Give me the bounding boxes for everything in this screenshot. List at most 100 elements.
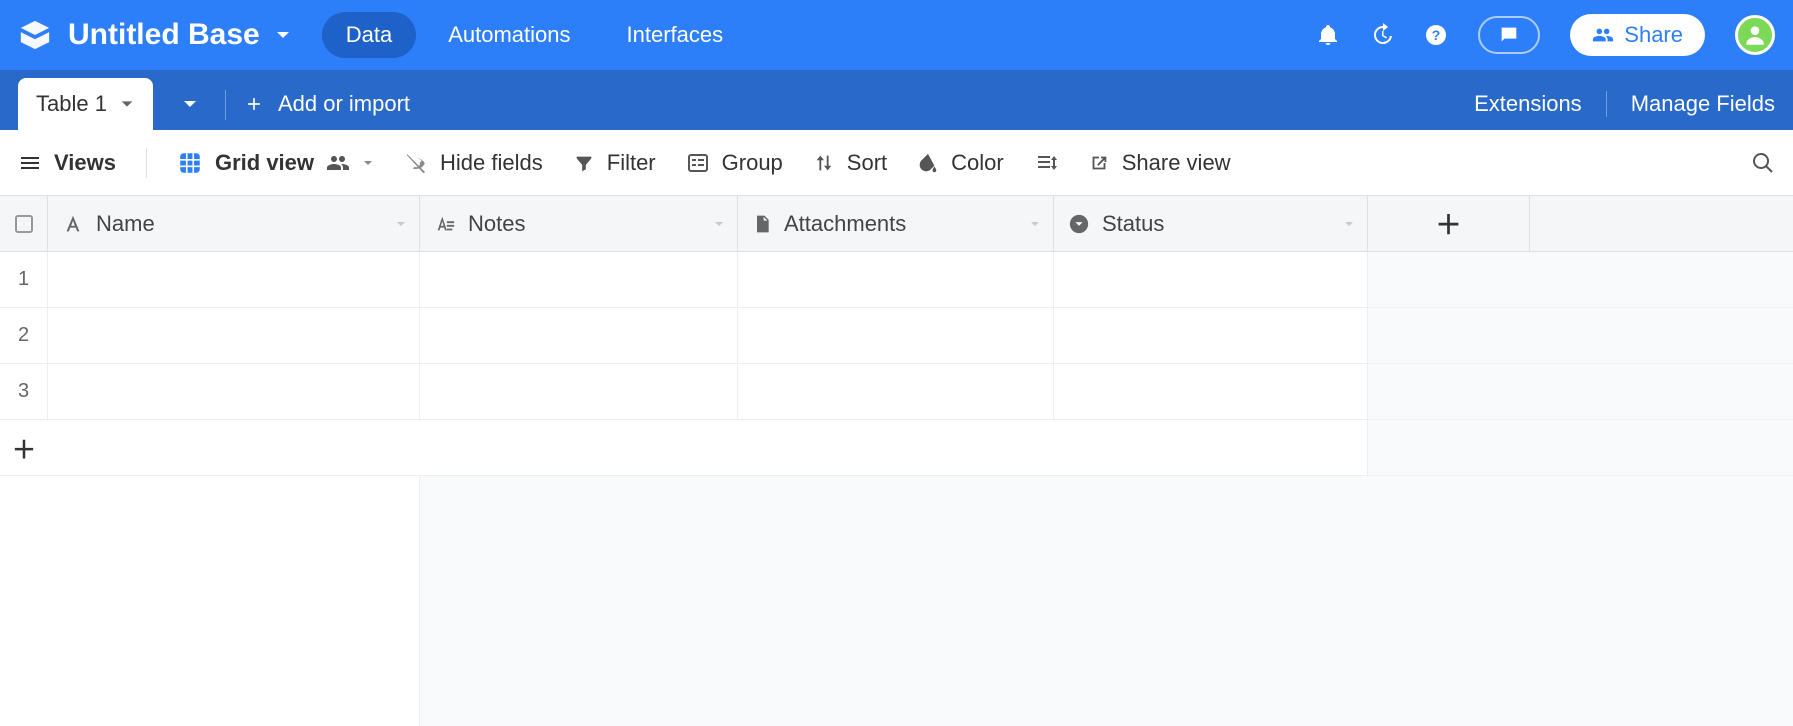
- caret-down-icon[interactable]: [395, 218, 407, 230]
- add-column-button[interactable]: ＋: [1368, 196, 1530, 251]
- column-header-name[interactable]: Name: [48, 196, 420, 251]
- column-header-notes[interactable]: Notes: [420, 196, 738, 251]
- filter-label: Filter: [607, 150, 656, 176]
- views-toggle[interactable]: Views: [18, 150, 116, 176]
- menu-icon: [18, 151, 42, 175]
- divider: [1606, 91, 1607, 117]
- hide-fields-button[interactable]: Hide fields: [404, 150, 543, 176]
- divider: [225, 90, 226, 120]
- table-row[interactable]: 3: [0, 364, 1793, 420]
- header-icons: ? Share: [1316, 14, 1775, 56]
- sort-icon: [813, 152, 835, 174]
- cell-attachments[interactable]: [738, 364, 1054, 419]
- grid-icon: [177, 150, 203, 176]
- base-menu-caret-icon[interactable]: [274, 26, 292, 44]
- cell-notes[interactable]: [420, 364, 738, 419]
- nav-tab-automations[interactable]: Automations: [424, 12, 594, 58]
- table-tab-active[interactable]: Table 1: [18, 78, 153, 130]
- view-name: Grid view: [215, 150, 314, 176]
- nav-tabs: Data Automations Interfaces: [322, 12, 747, 58]
- caret-down-icon[interactable]: [713, 218, 725, 230]
- add-row: ＋: [0, 420, 1793, 476]
- extensions-link[interactable]: Extensions: [1474, 91, 1582, 117]
- view-toolbar: Views Grid view Hide fields Filter Group…: [0, 130, 1793, 196]
- cell-filler: [1368, 252, 1793, 307]
- attachment-field-icon: [752, 213, 772, 235]
- color-label: Color: [951, 150, 1004, 176]
- cell-filler: [1368, 364, 1793, 419]
- cell-name[interactable]: [48, 308, 420, 363]
- caret-down-icon[interactable]: [1029, 218, 1041, 230]
- base-title[interactable]: Untitled Base: [68, 18, 260, 52]
- view-switcher[interactable]: Grid view: [177, 150, 374, 176]
- divider: [146, 148, 147, 178]
- row-number[interactable]: 3: [0, 364, 48, 419]
- help-icon[interactable]: ?: [1424, 23, 1448, 47]
- select-all-checkbox[interactable]: [15, 215, 33, 233]
- manage-fields-link[interactable]: Manage Fields: [1631, 91, 1775, 117]
- grid-header-row: Name Notes Attachments Status ＋: [0, 196, 1793, 252]
- long-text-field-icon: [434, 213, 456, 235]
- grid-below: [0, 476, 1793, 726]
- column-header-attachments[interactable]: Attachments: [738, 196, 1054, 251]
- filter-button[interactable]: Filter: [573, 150, 656, 176]
- base-logo-icon: [18, 18, 52, 52]
- cell-name[interactable]: [48, 252, 420, 307]
- table-tab-bar: Table 1 Add or import Extensions Manage …: [0, 70, 1793, 130]
- cell-filler: [1368, 308, 1793, 363]
- share-view-label: Share view: [1122, 150, 1231, 176]
- group-button[interactable]: Group: [686, 150, 783, 176]
- data-grid: Name Notes Attachments Status ＋ 123 ＋: [0, 196, 1793, 726]
- caret-down-icon[interactable]: [1343, 218, 1355, 230]
- cell-status[interactable]: [1054, 252, 1368, 307]
- user-avatar[interactable]: [1735, 15, 1775, 55]
- plus-icon: ＋: [1435, 205, 1461, 242]
- column-header-status[interactable]: Status: [1054, 196, 1368, 251]
- grid-below-left: [0, 476, 420, 726]
- share-view-button[interactable]: Share view: [1088, 150, 1231, 176]
- grid-filler: [1368, 420, 1793, 475]
- plus-icon: [244, 94, 264, 114]
- color-button[interactable]: Color: [917, 150, 1004, 176]
- cell-name[interactable]: [48, 364, 420, 419]
- cell-attachments[interactable]: [738, 308, 1054, 363]
- people-icon: [326, 151, 350, 175]
- share-button[interactable]: Share: [1570, 14, 1705, 56]
- search-button[interactable]: [1751, 151, 1775, 175]
- cell-status[interactable]: [1054, 364, 1368, 419]
- cell-attachments[interactable]: [738, 252, 1054, 307]
- table-tab-label: Table 1: [36, 91, 107, 117]
- add-or-import-label: Add or import: [278, 91, 410, 117]
- row-number[interactable]: 2: [0, 308, 48, 363]
- chevron-down-icon: [181, 95, 199, 113]
- add-row-button[interactable]: ＋: [0, 420, 48, 475]
- app-header: Untitled Base Data Automations Interface…: [0, 0, 1793, 70]
- cell-status[interactable]: [1054, 308, 1368, 363]
- share-icon: [1088, 152, 1110, 174]
- column-header-label: Attachments: [784, 211, 906, 237]
- search-icon: [1751, 151, 1775, 175]
- tables-list-toggle[interactable]: [163, 78, 217, 130]
- eye-off-icon: [404, 151, 428, 175]
- nav-tab-data[interactable]: Data: [322, 12, 416, 58]
- chevron-down-icon: [119, 96, 135, 112]
- select-all-cell[interactable]: [0, 196, 48, 251]
- nav-tab-interfaces[interactable]: Interfaces: [603, 12, 748, 58]
- filter-icon: [573, 152, 595, 174]
- row-number[interactable]: 1: [0, 252, 48, 307]
- history-icon[interactable]: [1370, 23, 1394, 47]
- cell-notes[interactable]: [420, 308, 738, 363]
- text-field-icon: [62, 213, 84, 235]
- column-header-label: Notes: [468, 211, 525, 237]
- comments-button[interactable]: [1478, 16, 1540, 54]
- sort-button[interactable]: Sort: [813, 150, 887, 176]
- row-height-button[interactable]: [1034, 151, 1058, 175]
- header-filler: [1530, 196, 1793, 251]
- table-row[interactable]: 2: [0, 308, 1793, 364]
- cell-notes[interactable]: [420, 252, 738, 307]
- column-header-label: Name: [96, 211, 155, 237]
- views-label: Views: [54, 150, 116, 176]
- add-or-import-button[interactable]: Add or import: [234, 78, 420, 130]
- table-row[interactable]: 1: [0, 252, 1793, 308]
- notifications-icon[interactable]: [1316, 23, 1340, 47]
